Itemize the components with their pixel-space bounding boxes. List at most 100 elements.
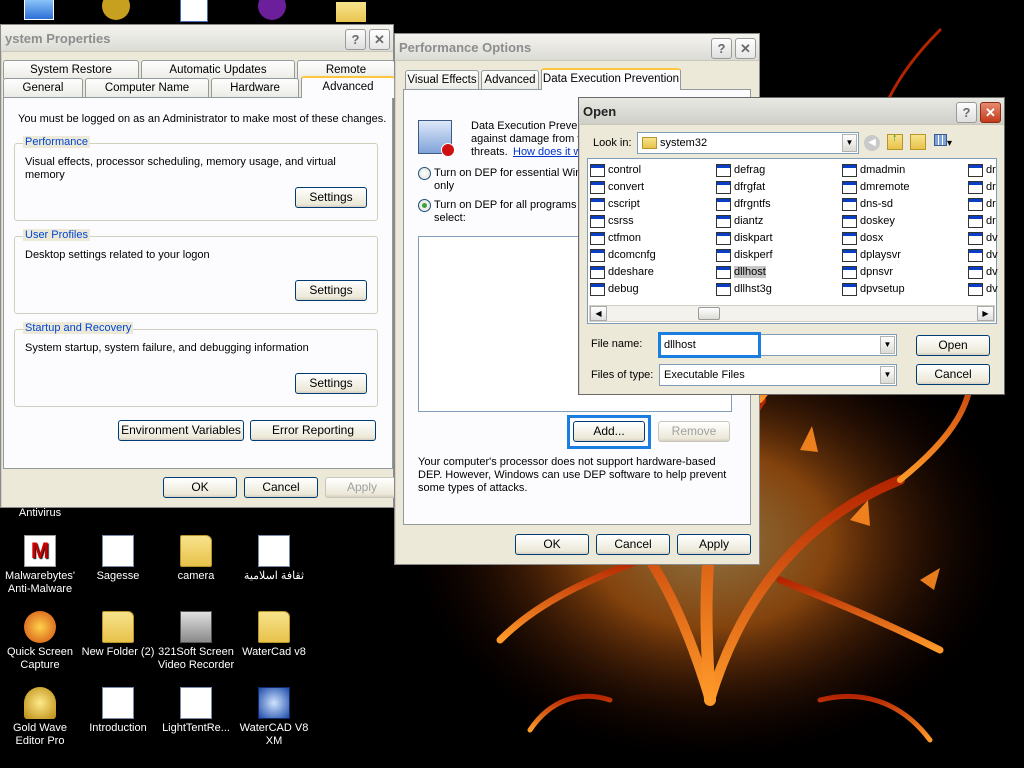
file-item[interactable]: cscript [590,196,640,212]
desktop-icon-watercad-app[interactable]: WaterCAD V8 XM [234,687,314,748]
file-item[interactable]: dpvsetup [842,281,905,297]
desktop-icon-top-5[interactable] [336,0,368,22]
desktop-icon-new-folder-2[interactable]: New Folder (2) [78,611,158,659]
file-list[interactable]: control defrag dmadmin dr convert dfrgfat dmre… [587,158,998,324]
tab-system-restore[interactable]: System Restore [3,60,139,79]
add-button[interactable]: Add... [573,421,645,442]
file-item[interactable]: csrss [590,213,634,229]
scroll-right-arrow[interactable]: ▶ [977,306,994,321]
tab-advanced[interactable]: Advanced [481,70,539,89]
dep-essential-radio[interactable] [418,167,431,180]
cancel-button[interactable]: Cancel [596,534,670,555]
tab-visual-effects[interactable]: Visual Effects [405,70,479,89]
desktop-icon-introduction[interactable]: Introduction [78,687,158,735]
ok-button[interactable]: OK [163,477,237,498]
desktop-icon-malwarebytes[interactable]: M Malwarebytes' Anti-Malware [0,535,80,596]
tab-hardware[interactable]: Hardware [211,78,299,97]
error-reporting-button[interactable]: Error Reporting [250,420,376,441]
file-item[interactable]: convert [590,179,644,195]
apply-button[interactable]: Apply [677,534,751,555]
file-item[interactable]: diantz [716,213,763,229]
file-item[interactable]: dllhst3g [716,281,772,297]
desktop-icon-sagesse[interactable]: Sagesse [78,535,158,583]
chevron-down-icon[interactable]: ▼ [880,366,895,384]
desktop-icon-321soft[interactable]: 321Soft Screen Video Recorder [156,611,236,672]
close-button[interactable]: ✕ [980,102,1001,123]
files-of-type-combo[interactable]: Executable Files ▼ [659,364,897,386]
file-item[interactable]: dr [968,196,996,212]
help-button[interactable]: ? [956,102,977,123]
look-in-combo[interactable]: system32 ▼ [637,132,859,154]
file-item[interactable]: dfrgfat [716,179,765,195]
performance-options-titlebar[interactable]: Performance Options ? ✕ [395,34,759,61]
file-item[interactable]: dv [968,247,998,263]
view-menu-icon[interactable]: ▾ [934,134,958,150]
open-dialog-titlebar[interactable]: Open ? ✕ [579,98,1004,125]
desktop-icon-antivirus[interactable]: Antivirus [0,507,80,520]
open-button[interactable]: Open [916,335,990,356]
cancel-button[interactable]: Cancel [916,364,990,385]
file-item[interactable]: dosx [842,230,883,246]
system-properties-titlebar[interactable]: ystem Properties ? ✕ [1,25,393,52]
desktop-icon-top-1[interactable] [24,0,56,22]
performance-settings-button[interactable]: Settings [295,187,367,208]
new-folder-icon[interactable] [910,134,926,150]
file-item[interactable]: diskperf [716,247,773,263]
tab-computer-name[interactable]: Computer Name [85,78,209,97]
chevron-down-icon[interactable]: ▼ [880,336,895,354]
remove-button[interactable]: Remove [658,421,730,442]
file-item[interactable]: debug [590,281,639,297]
file-item[interactable]: doskey [842,213,895,229]
file-item[interactable]: dr [968,162,996,178]
file-item[interactable]: dmadmin [842,162,905,178]
desktop-icon-top-3[interactable] [180,0,212,22]
up-folder-icon[interactable]: ↑ [887,132,903,150]
cancel-button[interactable]: Cancel [244,477,318,498]
user-profiles-settings-button[interactable]: Settings [295,280,367,301]
file-item[interactable]: dllhost [716,264,766,280]
tab-advanced[interactable]: Advanced [301,76,395,98]
desktop-icon-camera[interactable]: camera [156,535,236,583]
back-icon[interactable]: ◀ [864,135,880,151]
tab-data-execution-prevention[interactable]: Data Execution Prevention [541,68,681,90]
desktop-icon-top-2[interactable] [102,0,134,22]
file-item[interactable]: dpnsvr [842,264,893,280]
scroll-thumb[interactable] [698,307,720,320]
desktop-icon-quick-screen-capture[interactable]: Quick Screen Capture [0,611,80,672]
file-item[interactable]: dmremote [842,179,910,195]
desktop-icon-arabic-doc[interactable]: ثقافة اسلامية [234,535,314,583]
file-item[interactable]: control [590,162,641,178]
help-button[interactable]: ? [345,29,366,50]
file-item[interactable]: dv [968,281,998,297]
tab-general[interactable]: General [3,78,83,97]
file-item[interactable]: dplaysvr [842,247,901,263]
desktop-icon-watercad-folder[interactable]: WaterCad v8 [234,611,314,659]
startup-settings-button[interactable]: Settings [295,373,367,394]
desktop-icon-top-4[interactable] [258,0,290,22]
file-item[interactable]: ddeshare [590,264,654,280]
file-item[interactable]: defrag [716,162,765,178]
tab-automatic-updates[interactable]: Automatic Updates [141,60,295,79]
file-item[interactable]: dr [968,213,996,229]
apply-button[interactable]: Apply [325,477,399,498]
file-item[interactable]: dr [968,179,996,195]
file-item[interactable]: dv [968,230,998,246]
help-button[interactable]: ? [711,38,732,59]
file-item[interactable]: ctfmon [590,230,641,246]
dep-all-programs-radio[interactable] [418,199,431,212]
file-item[interactable]: dns-sd [842,196,893,212]
how-does-it-work-link[interactable]: How does it w [513,146,581,159]
horizontal-scrollbar[interactable]: ◀ ▶ [589,305,995,322]
file-item[interactable]: dfrgntfs [716,196,771,212]
file-item[interactable]: dcomcnfg [590,247,656,263]
file-item[interactable]: dv [968,264,998,280]
environment-variables-button[interactable]: Environment Variables [118,420,244,441]
scroll-left-arrow[interactable]: ◀ [590,306,607,321]
desktop-icon-lighttent[interactable]: LightTentRe... [156,687,236,735]
desktop-icon-goldwave[interactable]: Gold Wave Editor Pro [0,687,80,748]
close-button[interactable]: ✕ [735,38,756,59]
file-item[interactable]: diskpart [716,230,773,246]
chevron-down-icon[interactable]: ▼ [842,134,857,152]
ok-button[interactable]: OK [515,534,589,555]
close-button[interactable]: ✕ [369,29,390,50]
